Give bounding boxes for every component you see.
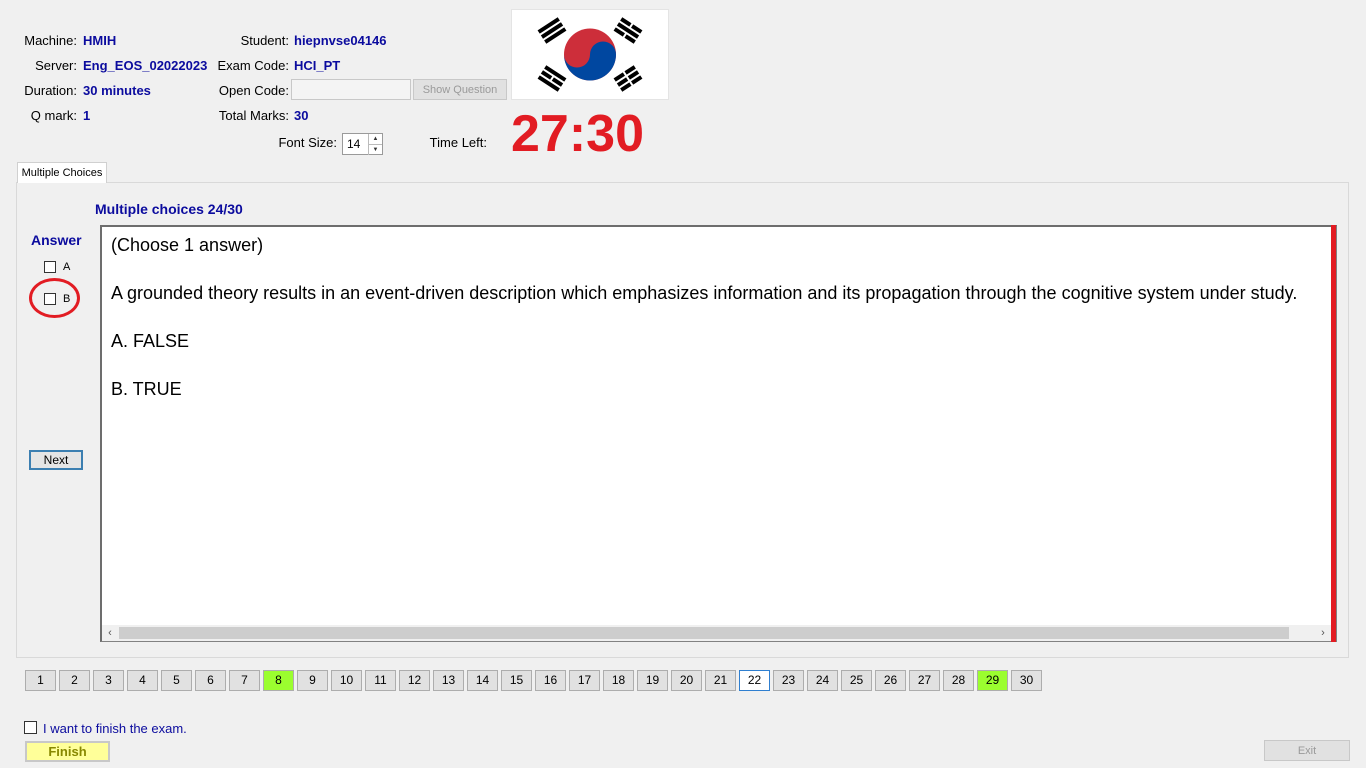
stepper-down-icon[interactable]: ▼ xyxy=(368,144,382,155)
question-counter-title: Multiple choices 24/30 xyxy=(95,201,243,217)
question-nav-button[interactable]: 2 xyxy=(59,670,90,691)
question-nav-button[interactable]: 11 xyxy=(365,670,396,691)
font-size-stepper[interactable]: 14 ▲ ▼ xyxy=(342,133,383,155)
exam-code-label: Exam Code: xyxy=(217,58,289,73)
countdown-timer: 27:30 xyxy=(511,105,644,163)
finish-exam-checkbox[interactable] xyxy=(24,721,37,734)
question-text-area[interactable]: (Choose 1 answer) A grounded theory resu… xyxy=(100,225,1337,642)
question-nav-button[interactable]: 29 xyxy=(977,670,1008,691)
question-nav-button[interactable]: 4 xyxy=(127,670,158,691)
finish-button[interactable]: Finish xyxy=(25,741,110,762)
scroll-right-icon[interactable]: › xyxy=(1315,625,1331,641)
duration-value: 30 minutes xyxy=(83,83,151,98)
scroll-left-icon[interactable]: ‹ xyxy=(102,625,118,641)
question-nav-button[interactable]: 18 xyxy=(603,670,634,691)
total-marks-value: 30 xyxy=(294,108,309,123)
question-nav-button[interactable]: 12 xyxy=(399,670,430,691)
question-nav-button[interactable]: 9 xyxy=(297,670,328,691)
total-marks-label: Total Marks: xyxy=(218,108,289,123)
question-nav-button[interactable]: 8 xyxy=(263,670,294,691)
question-nav-button[interactable]: 3 xyxy=(93,670,124,691)
question-nav-button[interactable]: 23 xyxy=(773,670,804,691)
question-nav-button[interactable]: 7 xyxy=(229,670,260,691)
question-nav-button[interactable]: 22 xyxy=(739,670,770,691)
qmark-label: Q mark: xyxy=(30,108,77,123)
stepper-up-icon[interactable]: ▲ xyxy=(368,134,382,144)
question-nav-button[interactable]: 16 xyxy=(535,670,566,691)
student-value: hiepnvse04146 xyxy=(294,33,387,48)
exam-code-value: HCI_PT xyxy=(294,58,341,73)
horizontal-scrollbar[interactable]: ‹ › xyxy=(102,625,1331,641)
question-instruction: (Choose 1 answer) xyxy=(111,235,264,255)
answer-a-checkbox[interactable] xyxy=(44,261,56,273)
question-nav-button[interactable]: 21 xyxy=(705,670,736,691)
machine-value: HMIH xyxy=(83,33,117,48)
question-nav-button[interactable]: 27 xyxy=(909,670,940,691)
question-nav-button[interactable]: 13 xyxy=(433,670,464,691)
question-nav-button[interactable]: 24 xyxy=(807,670,838,691)
question-nav-button[interactable]: 5 xyxy=(161,670,192,691)
question-nav-button[interactable]: 1 xyxy=(25,670,56,691)
question-nav-button[interactable]: 28 xyxy=(943,670,974,691)
finish-exam-label: I want to finish the exam. xyxy=(43,721,187,736)
machine-label: Machine: xyxy=(24,33,77,48)
tab-multiple-choices[interactable]: Multiple Choices xyxy=(17,162,107,183)
answer-title: Answer xyxy=(31,232,82,248)
option-b-text: B. TRUE xyxy=(111,379,182,399)
question-nav-button[interactable]: 25 xyxy=(841,670,872,691)
question-nav-button[interactable]: 6 xyxy=(195,670,226,691)
scrollbar-thumb[interactable] xyxy=(119,627,1289,639)
question-nav-button[interactable]: 10 xyxy=(331,670,362,691)
open-code-label: Open Code: xyxy=(218,83,289,98)
question-nav-button[interactable]: 20 xyxy=(671,670,702,691)
answer-a-label: A xyxy=(63,261,71,273)
question-nav-button[interactable]: 15 xyxy=(501,670,532,691)
font-size-value: 14 xyxy=(347,137,361,151)
red-marker-bar xyxy=(1331,225,1336,642)
next-button[interactable]: Next xyxy=(29,450,83,470)
south-korea-flag-icon xyxy=(511,9,669,100)
highlight-circle xyxy=(29,278,80,318)
server-label: Server: xyxy=(35,58,77,73)
student-label: Student: xyxy=(240,33,289,48)
qmark-value: 1 xyxy=(83,108,91,123)
exit-button[interactable]: Exit xyxy=(1264,740,1350,761)
duration-label: Duration: xyxy=(24,83,77,98)
option-a-text: A. FALSE xyxy=(111,331,190,351)
question-nav-button[interactable]: 17 xyxy=(569,670,600,691)
show-question-button[interactable]: Show Question xyxy=(413,79,507,100)
question-nav-button[interactable]: 19 xyxy=(637,670,668,691)
server-value: Eng_EOS_02022023 xyxy=(83,58,208,73)
open-code-input[interactable] xyxy=(291,79,411,100)
time-left-label: Time Left: xyxy=(429,135,487,150)
question-nav-button[interactable]: 26 xyxy=(875,670,906,691)
question-nav-button[interactable]: 14 xyxy=(467,670,498,691)
question-nav-button[interactable]: 30 xyxy=(1011,670,1042,691)
font-size-label: Font Size: xyxy=(278,135,337,150)
question-text: A grounded theory results in an event-dr… xyxy=(111,283,1298,303)
